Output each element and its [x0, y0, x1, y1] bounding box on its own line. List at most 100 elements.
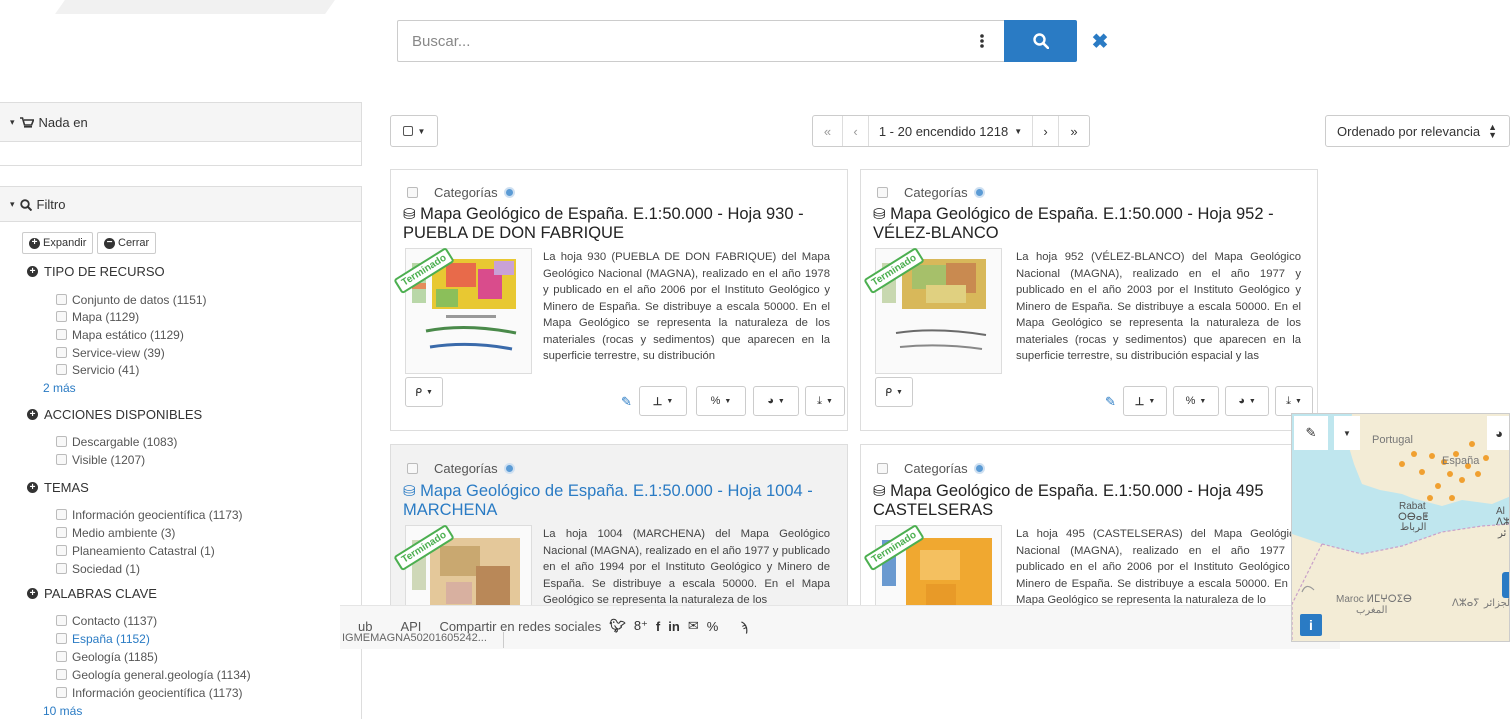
search-button[interactable] [1004, 20, 1077, 62]
plus-circle-icon: + [27, 482, 38, 493]
facet-item[interactable]: Planeamiento Catastral (1) [56, 542, 215, 559]
checkbox[interactable] [56, 364, 67, 375]
google-plus-icon[interactable]: 8⁺ [634, 618, 648, 634]
facet-item[interactable]: Servicio (41) [56, 361, 139, 378]
cart-panel-header[interactable]: ▾ Nada en [0, 102, 362, 142]
email-icon[interactable]: ✉ [688, 618, 699, 634]
link-dropdown[interactable]: % ▼ [1173, 386, 1219, 416]
facet-item[interactable]: Mapa (1129) [56, 308, 139, 325]
result-title[interactable]: ⛁ Mapa Geológico de España. E.1:50.000 -… [873, 482, 1313, 519]
result-title[interactable]: ⛁ Mapa Geológico de España. E.1:50.000 -… [403, 482, 843, 519]
plus-circle-icon: + [27, 409, 38, 420]
facet-title-label: TIPO DE RECURSO [44, 264, 165, 279]
facet-item[interactable]: España (1152) [56, 630, 150, 647]
edit-icon[interactable]: ✎ [1105, 394, 1116, 410]
checkbox[interactable] [56, 509, 67, 520]
checkbox[interactable] [56, 436, 67, 447]
facet-item[interactable]: Service-view (39) [56, 344, 165, 361]
result-title[interactable]: ⛁ Mapa Geológico de España. E.1:50.000 -… [403, 205, 843, 242]
facet-item[interactable]: Conjunto de datos (1151) [56, 291, 207, 308]
checkbox[interactable] [56, 633, 67, 644]
facet-item[interactable]: Medio ambiente (3) [56, 524, 175, 541]
download-dropdown[interactable]: ⤓ ▼ [805, 386, 845, 416]
more-link[interactable]: 10 más [43, 704, 82, 718]
sort-dropdown[interactable]: Ordenado por relevancia ▲ ▼ [1325, 115, 1510, 147]
next-page-button[interactable]: › [1033, 116, 1059, 146]
facet-item[interactable]: Geología general.geología (1134) [56, 666, 251, 683]
facet-title[interactable]: + TEMAS [27, 480, 89, 495]
checkbox[interactable] [56, 311, 67, 322]
checkbox[interactable] [56, 669, 67, 680]
result-description: La hoja 495 (CASTELSERAS) del Mapa Geoló… [1016, 528, 1301, 606]
info-icon[interactable]: i [1300, 614, 1322, 636]
info-dot-icon[interactable] [503, 187, 515, 198]
info-dot-icon[interactable] [973, 187, 985, 198]
more-link[interactable]: 2 más [43, 381, 76, 395]
facet-item[interactable]: Información geocientífica (1173) [56, 506, 243, 523]
result-title[interactable]: ⛁ Mapa Geológico de España. E.1:50.000 -… [873, 205, 1313, 242]
map-type-dropdown[interactable]: ᑭ ▼ [875, 377, 913, 407]
checkbox[interactable] [56, 347, 67, 358]
checkbox[interactable] [56, 294, 67, 305]
search-input[interactable] [410, 30, 950, 52]
checkbox[interactable] [56, 527, 67, 538]
map-globe-button[interactable]: ◕ [1487, 416, 1509, 450]
page-range-dropdown[interactable]: 1 - 20 encendido 1218 ▼ [869, 116, 1033, 146]
info-dot-icon[interactable] [503, 463, 515, 474]
pin-dropdown[interactable]: ⊥ ▼ [1123, 386, 1167, 416]
map-widget[interactable]: ✎ ▼ ◕ Portugal España Rabat ⵔⴱⴰⵟ الرباط … [1291, 413, 1510, 642]
facet-item[interactable]: Contacto (1137) [56, 612, 157, 629]
facet-item[interactable]: Sociedad (1) [56, 560, 140, 577]
link-icon: % [710, 395, 721, 407]
result-card: Categorías ⛁ Mapa Geológico de España. E… [860, 169, 1318, 431]
facebook-icon[interactable]: f [656, 619, 660, 634]
select-checkbox[interactable] [407, 463, 418, 474]
pin-dropdown[interactable]: ⊥ ▼ [639, 386, 687, 416]
prev-page-button[interactable]: ‹ [843, 116, 869, 146]
clear-search-icon[interactable]: ✖ [1090, 30, 1110, 53]
facet-item[interactable]: Visible (1207) [56, 451, 145, 468]
checkbox[interactable] [56, 651, 67, 662]
facet-title[interactable]: + ACCIONES DISPONIBLES [27, 407, 202, 422]
first-page-button[interactable]: « [813, 116, 843, 146]
filter-panel-header[interactable]: ▾ Filtro [0, 186, 362, 222]
select-checkbox[interactable] [877, 463, 888, 474]
select-checkbox[interactable] [407, 187, 418, 198]
facet-title[interactable]: + TIPO DE RECURSO [27, 264, 165, 279]
download-dropdown[interactable]: ⤓ ▼ [1275, 386, 1313, 416]
map-layer-dropdown[interactable]: ▼ [1334, 416, 1360, 450]
checkbox[interactable] [56, 563, 67, 574]
identifier-field[interactable]: IGMEMAGNA50201605242... [342, 632, 504, 648]
link-icon[interactable]: % [707, 619, 719, 634]
last-page-button[interactable]: » [1059, 116, 1089, 146]
link-dropdown[interactable]: % ▼ [696, 386, 746, 416]
facet-title[interactable]: + PALABRAS CLAVE [27, 586, 157, 601]
facet-item[interactable]: Descargable (1083) [56, 433, 177, 450]
checkbox[interactable] [56, 687, 67, 698]
facet-item[interactable]: Geología (1185) [56, 648, 158, 665]
globe-dropdown[interactable]: ◕ ▼ [753, 386, 799, 416]
expand-button[interactable]: + Expandir [22, 232, 94, 254]
linkedin-icon[interactable]: in [668, 619, 680, 634]
select-all-dropdown[interactable]: ▼ [390, 115, 438, 147]
twitter-icon[interactable]: 🐦︎ [609, 618, 626, 634]
info-dot-icon[interactable] [973, 463, 985, 474]
edit-icon[interactable]: ✎ [621, 394, 632, 410]
minus-circle-icon: − [104, 237, 115, 249]
rss-icon[interactable]: ϡ [740, 619, 748, 634]
facet-item[interactable]: Mapa estático (1129) [56, 326, 184, 343]
checkbox[interactable] [56, 545, 67, 556]
search-options-button[interactable] [960, 20, 1004, 62]
caret-down-icon: ▼ [666, 397, 674, 405]
caret-down-icon: ▼ [1294, 397, 1302, 405]
collapse-button[interactable]: − Cerrar [97, 232, 157, 254]
globe-dropdown[interactable]: ◕ ▼ [1225, 386, 1269, 416]
map-type-dropdown[interactable]: ᑭ ▼ [405, 377, 443, 407]
checkbox[interactable] [56, 329, 67, 340]
map-edit-button[interactable]: ✎ [1294, 416, 1328, 450]
facet-item[interactable]: Información geocientífica (1173) [56, 684, 243, 701]
checkbox[interactable] [56, 615, 67, 626]
select-checkbox[interactable] [877, 187, 888, 198]
checkbox[interactable] [56, 454, 67, 465]
map-side-button[interactable] [1502, 572, 1509, 598]
